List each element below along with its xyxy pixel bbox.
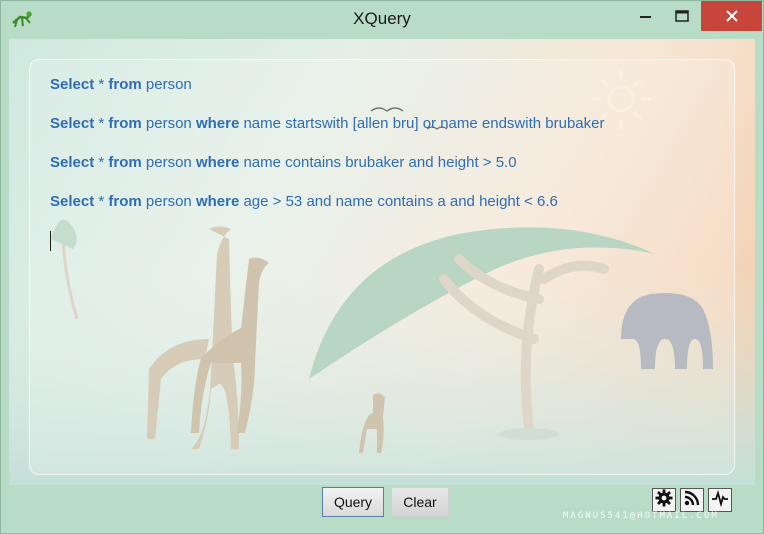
- query-line-2[interactable]: Select * from person where name startswi…: [50, 115, 604, 132]
- query-keyword: Select: [50, 115, 95, 132]
- rss-button[interactable]: [680, 488, 704, 512]
- query-text: person: [141, 193, 196, 210]
- query-button[interactable]: Query: [322, 487, 384, 517]
- app-window: XQuery Select * from person Select * fro…: [0, 0, 764, 534]
- query-keyword: where: [195, 154, 240, 171]
- text-caret: [50, 231, 51, 251]
- query-text: person: [141, 154, 196, 171]
- query-text: *: [94, 76, 109, 93]
- query-keyword: Select: [50, 76, 95, 93]
- query-text: *: [94, 154, 109, 171]
- maximize-button[interactable]: [665, 1, 699, 31]
- pulse-icon: [711, 489, 729, 511]
- query-text: name contains brubaker and height > 5.0: [239, 154, 517, 171]
- rss-icon: [683, 489, 701, 511]
- query-keyword: from: [108, 76, 142, 93]
- maximize-icon: [675, 7, 689, 26]
- query-keyword: from: [108, 115, 142, 132]
- content-area: Select * from person Select * from perso…: [9, 39, 755, 485]
- watermark: MAGNUS541@HOTMAIL.COM: [563, 511, 719, 521]
- minimize-icon: [640, 7, 652, 26]
- query-line-3[interactable]: Select * from person where name contains…: [50, 154, 517, 171]
- close-button[interactable]: [701, 1, 762, 31]
- query-keyword: Select: [50, 193, 95, 210]
- query-text: person: [141, 76, 192, 93]
- title-bar[interactable]: XQuery: [1, 1, 763, 39]
- settings-icon: [655, 489, 673, 511]
- query-text: person: [141, 115, 196, 132]
- query-line-1[interactable]: Select * from person: [50, 76, 192, 93]
- settings-button[interactable]: [652, 488, 676, 512]
- close-icon: [725, 7, 738, 26]
- pulse-button[interactable]: [708, 488, 732, 512]
- query-text: *: [94, 115, 109, 132]
- minimize-button[interactable]: [629, 1, 663, 31]
- query-keyword: from: [108, 154, 142, 171]
- query-keyword: where: [195, 115, 240, 132]
- query-keyword: from: [108, 193, 142, 210]
- query-editor[interactable]: Select * from person Select * from perso…: [29, 59, 735, 475]
- query-keyword: where: [195, 193, 240, 210]
- query-text: name startswith [allen bru] or name ends…: [239, 115, 605, 132]
- query-keyword: Select: [50, 154, 95, 171]
- query-text: age > 53 and name contains a and height …: [239, 193, 558, 210]
- clear-button[interactable]: Clear: [391, 487, 449, 517]
- query-line-4[interactable]: Select * from person where age > 53 and …: [50, 193, 558, 210]
- query-text: *: [94, 193, 109, 210]
- bottom-bar: Query Clear MAGNUS541@HOTMAIL.COM: [1, 485, 763, 533]
